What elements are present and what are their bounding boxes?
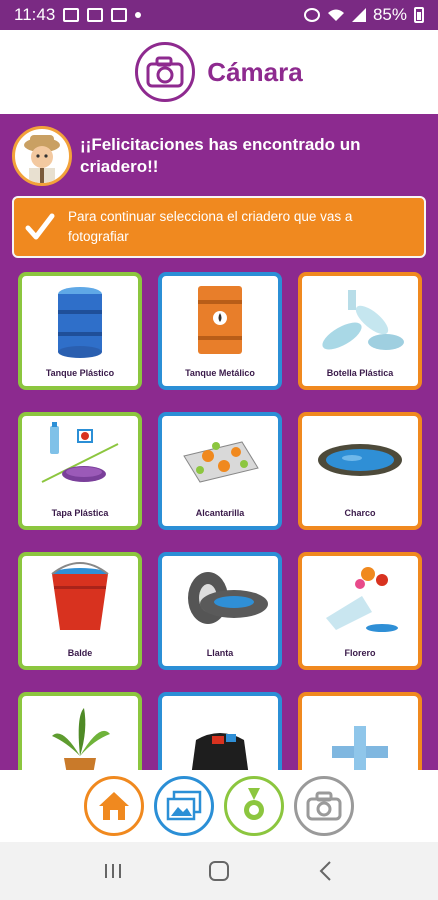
- card-plant[interactable]: [18, 692, 142, 770]
- plastic-lid-image: [41, 422, 119, 483]
- card-pipes[interactable]: [298, 692, 422, 770]
- card-tapa-plastica[interactable]: Tapa Plástica: [18, 412, 142, 530]
- plastic-bottles-image: [322, 290, 404, 350]
- congrats-banner: ¡¡Felicitaciones has encontrado un criad…: [12, 124, 426, 188]
- gallery-icon: [166, 790, 202, 821]
- status-time: 11:43: [14, 5, 56, 24]
- pipes-image: [332, 726, 388, 770]
- instruction-text: Para continuar selecciona el criadero qu…: [68, 209, 353, 244]
- card-tanque-metalico[interactable]: Tanque Metálico: [158, 272, 282, 390]
- plant-pot-image: [52, 708, 110, 770]
- tire-image: [188, 572, 268, 624]
- card-llanta[interactable]: Llanta: [158, 552, 282, 670]
- recent-apps-icon: [105, 864, 121, 878]
- bucket-image: [51, 562, 109, 630]
- wifi-icon: [327, 9, 344, 21]
- card-label: Alcantarilla: [195, 508, 245, 518]
- gallery-nav-button[interactable]: [154, 776, 214, 836]
- app-header: Cámara: [0, 30, 438, 114]
- camera-icon: [306, 791, 342, 821]
- card-label: Florero: [344, 648, 376, 658]
- card-label: Tanque Plástico: [45, 368, 115, 378]
- flower-vase-image: [326, 567, 398, 632]
- recent-apps-button[interactable]: [99, 857, 127, 885]
- card-trash-bag[interactable]: [158, 692, 282, 770]
- status-bar: 11:43 85%: [0, 0, 438, 30]
- back-button[interactable]: [311, 857, 339, 885]
- gallery-notification-icon: [63, 8, 80, 22]
- card-label: Charco: [344, 508, 376, 518]
- card-florero[interactable]: Florero: [298, 552, 422, 670]
- camera-nav-button[interactable]: [294, 776, 354, 836]
- card-alcantarilla[interactable]: Alcantarilla: [158, 412, 282, 530]
- signal-icon: [351, 8, 366, 22]
- home-nav-button[interactable]: [84, 776, 144, 836]
- medal-icon: [244, 788, 264, 820]
- camera-logo-icon: [135, 42, 196, 102]
- battery-icon: [414, 7, 424, 23]
- home-icon: [99, 792, 129, 820]
- app-notification-icon: [111, 8, 128, 22]
- home-system-button[interactable]: [205, 857, 233, 885]
- check-icon: [25, 213, 55, 240]
- main-content: ¡¡Felicitaciones has encontrado un criad…: [0, 114, 438, 770]
- back-chevron-icon: [319, 861, 331, 881]
- plastic-tank-image: [58, 287, 102, 358]
- more-notifications-icon: [135, 12, 142, 18]
- card-botella-plastica[interactable]: Botella Plástica: [298, 272, 422, 390]
- metal-barrel-image: [198, 286, 242, 354]
- card-label: Balde: [67, 648, 93, 658]
- explorer-avatar: [12, 126, 72, 186]
- card-tanque-plastico[interactable]: Tanque Plástico: [18, 272, 142, 390]
- battery-percent: 85%: [372, 5, 407, 24]
- puddle-image: [318, 444, 402, 476]
- card-label: Botella Plástica: [326, 368, 394, 378]
- bottom-nav: [0, 770, 438, 842]
- card-label: Llanta: [206, 648, 234, 658]
- achievements-nav-button[interactable]: [224, 776, 284, 836]
- teams-notification-icon: [87, 8, 104, 22]
- alarm-icon: [303, 8, 320, 22]
- instruction-box: Para continuar selecciona el criadero qu…: [12, 196, 426, 258]
- card-label: Tanque Metálico: [185, 368, 255, 378]
- card-charco[interactable]: Charco: [298, 412, 422, 530]
- congrats-text: ¡¡Felicitaciones has encontrado un criad…: [80, 135, 361, 176]
- system-nav-bar: [0, 842, 438, 900]
- home-square-icon: [209, 861, 229, 881]
- card-label: Tapa Plástica: [51, 508, 109, 518]
- card-balde[interactable]: Balde: [18, 552, 142, 670]
- sewer-image: [183, 441, 259, 483]
- page-title: Cámara: [207, 56, 303, 87]
- trash-bag-image: [191, 733, 249, 770]
